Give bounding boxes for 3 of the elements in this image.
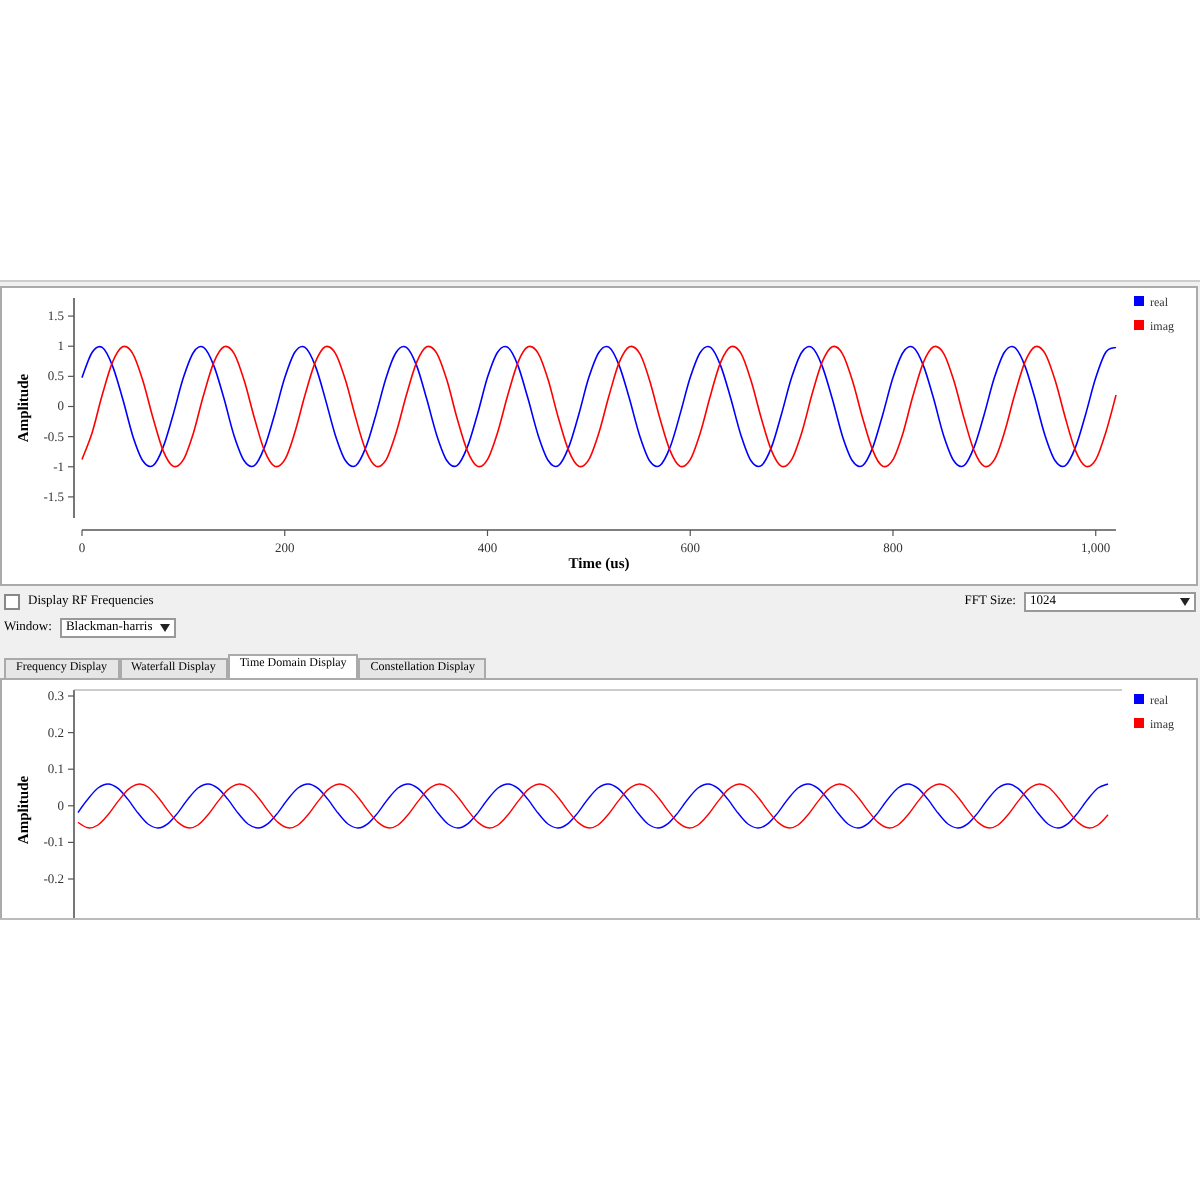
caret-icon [160,623,171,631]
checkbox[interactable] [4,593,20,609]
caret-icon [1180,597,1190,605]
